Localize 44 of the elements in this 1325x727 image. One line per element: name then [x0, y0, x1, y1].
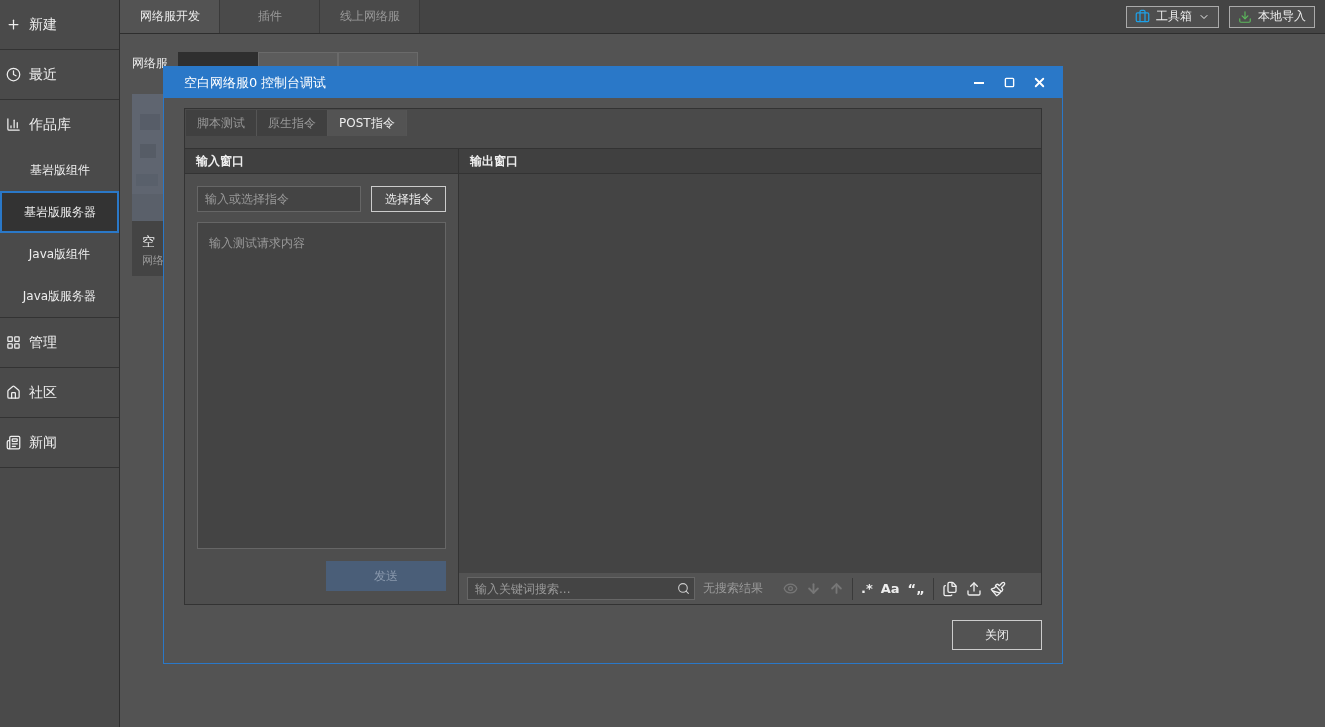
briefcase-icon: [1135, 9, 1150, 24]
newspaper-icon: [6, 435, 21, 450]
pane-header: 输入窗口: [185, 149, 458, 174]
regex-toggle[interactable]: .*: [861, 581, 873, 596]
sidebar-item[interactable]: 新建: [0, 0, 119, 49]
top-tab[interactable]: 网络服开发: [120, 0, 220, 33]
copy-icon[interactable]: [941, 580, 958, 597]
chart-icon: [6, 117, 21, 132]
search-status: 无搜索结果: [703, 580, 763, 597]
sidebar-item[interactable]: 作品库: [0, 100, 119, 149]
sidebar-subitem[interactable]: 基岩版服务器: [0, 191, 119, 233]
pane-header: 输出窗口: [459, 149, 1041, 174]
sidebar-subitem[interactable]: Java版服务器: [0, 275, 119, 317]
sidebar-subitem[interactable]: Java版组件: [0, 233, 119, 275]
sidebar-item[interactable]: 新闻: [0, 418, 119, 467]
grid-icon: [6, 335, 21, 350]
sidebar-subitem[interactable]: 基岩版组件: [0, 149, 119, 191]
choose-command-button[interactable]: 选择指令: [371, 186, 446, 212]
whole-word-toggle[interactable]: “„: [907, 581, 925, 596]
sidebar-item[interactable]: 最近: [0, 50, 119, 99]
dialog-tab[interactable]: 原生指令: [257, 110, 328, 136]
sidebar-item[interactable]: 管理: [0, 318, 119, 367]
close-dialog-button[interactable]: 关闭: [952, 620, 1042, 650]
export-icon[interactable]: [965, 580, 982, 597]
download-icon: [1238, 9, 1252, 24]
import-button[interactable]: 本地导入: [1229, 5, 1315, 28]
clock-icon: [6, 67, 21, 82]
maximize-icon: [1003, 77, 1015, 88]
minimize-icon: [974, 81, 984, 84]
card-subtitle: 网络: [142, 253, 164, 268]
request-body-field[interactable]: 输入测试请求内容: [197, 222, 446, 549]
dialog-tab[interactable]: POST指令: [328, 110, 407, 136]
dialog-title: 空白网络服0 控制台调试: [184, 73, 328, 92]
house-icon: [6, 385, 21, 400]
command-field[interactable]: 输入或选择指令: [197, 186, 361, 212]
brush-icon[interactable]: [989, 580, 1006, 597]
dialog-tab[interactable]: 脚本测试: [186, 110, 257, 136]
search-field[interactable]: 输入关键词搜索...: [467, 577, 695, 600]
search-icon: [677, 582, 690, 595]
case-toggle[interactable]: Aa: [880, 581, 900, 596]
card-title: 空: [142, 233, 155, 251]
plus-icon: [6, 17, 21, 32]
sidebar-item[interactable]: 社区: [0, 368, 119, 417]
toolbox-button[interactable]: 工具箱: [1126, 5, 1219, 28]
